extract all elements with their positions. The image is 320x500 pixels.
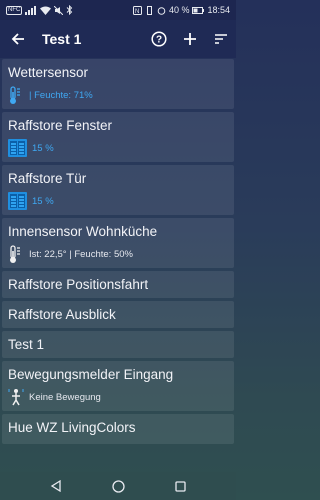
card-title: Innensensor Wohnküche [8,224,158,239]
help-button[interactable]: ? [143,20,174,58]
card-value: 15 % [32,195,54,207]
card-title: Raffstore Tür [8,171,87,186]
card-raffstore-ausblick[interactable]: Raffstore Ausblick [2,301,234,328]
arrow-left-icon [11,33,24,45]
nav-home-icon[interactable] [112,479,125,493]
mute-icon [54,5,64,15]
blind-icon [8,192,27,210]
card-value: 15 % [32,142,54,154]
nav-recents-icon[interactable] [175,480,186,492]
card-wettersensor[interactable]: Wettersensor | Feuchte: 71% [2,59,234,109]
nav-back-icon[interactable] [50,480,62,492]
card-title: Test 1 [8,337,45,352]
system-nav-bar [0,472,236,500]
card-raffstore-tuer[interactable]: Raffstore Tür 15 % [2,165,234,215]
alarm-icon [157,6,166,15]
card-hue-wz[interactable]: Hue WZ LivingColors [2,414,234,444]
card-title: Wettersensor [8,65,89,80]
add-button[interactable] [174,20,205,58]
card-title: Raffstore Positionsfahrt [8,277,149,292]
sort-button[interactable] [205,20,236,58]
back-button[interactable] [0,20,36,58]
clock: 18:54 [207,5,230,15]
card-title: Raffstore Ausblick [8,307,116,322]
card-innensensor[interactable]: Innensensor Wohnküche Ist: 22,5° | Feuch… [2,218,234,268]
thermometer-blue-icon [10,85,20,104]
status-bar: NFC N 40 % 18:54 [0,0,236,20]
card-value: | Feuchte: 71% [29,89,93,101]
plus-icon [183,33,196,45]
card-raffstore-fenster[interactable]: Raffstore Fenster 15 % [2,112,234,162]
card-title: Hue WZ LivingColors [8,420,136,435]
battery-percent: 40 % [168,5,190,15]
card-raffstore-positionsfahrt[interactable]: Raffstore Positionsfahrt [2,271,234,298]
card-title: Raffstore Fenster [8,118,113,133]
wifi-icon [40,6,52,15]
card-value: Ist: 22,5° | Feuchte: 50% [29,248,133,260]
bluetooth-icon [66,5,73,15]
battery-icon [192,6,205,14]
sort-icon [214,34,227,44]
svg-text:N: N [135,9,139,15]
signal-icon [25,5,37,15]
card-bewegungsmelder[interactable]: Bewegungsmelder Eingang Keine Bewegung [2,361,234,411]
thermometer-icon [10,244,20,263]
nfc-icon: NFC [6,5,23,15]
device-list: Wettersensor | Feuchte: 71% Raffstore Fe… [0,59,236,447]
blind-icon [8,139,27,157]
page-title: Test 1 [42,31,82,47]
nfc-n-icon: N [132,5,142,15]
motion-person-icon [8,388,24,405]
help-icon: ? [150,31,167,47]
vibrate-icon [146,5,152,15]
card-value: Keine Bewegung [29,391,101,403]
app-bar: Test 1 ? [0,20,236,58]
svg-text:?: ? [156,35,162,46]
card-test-1[interactable]: Test 1 [2,331,234,358]
card-title: Bewegungsmelder Eingang [8,367,174,382]
